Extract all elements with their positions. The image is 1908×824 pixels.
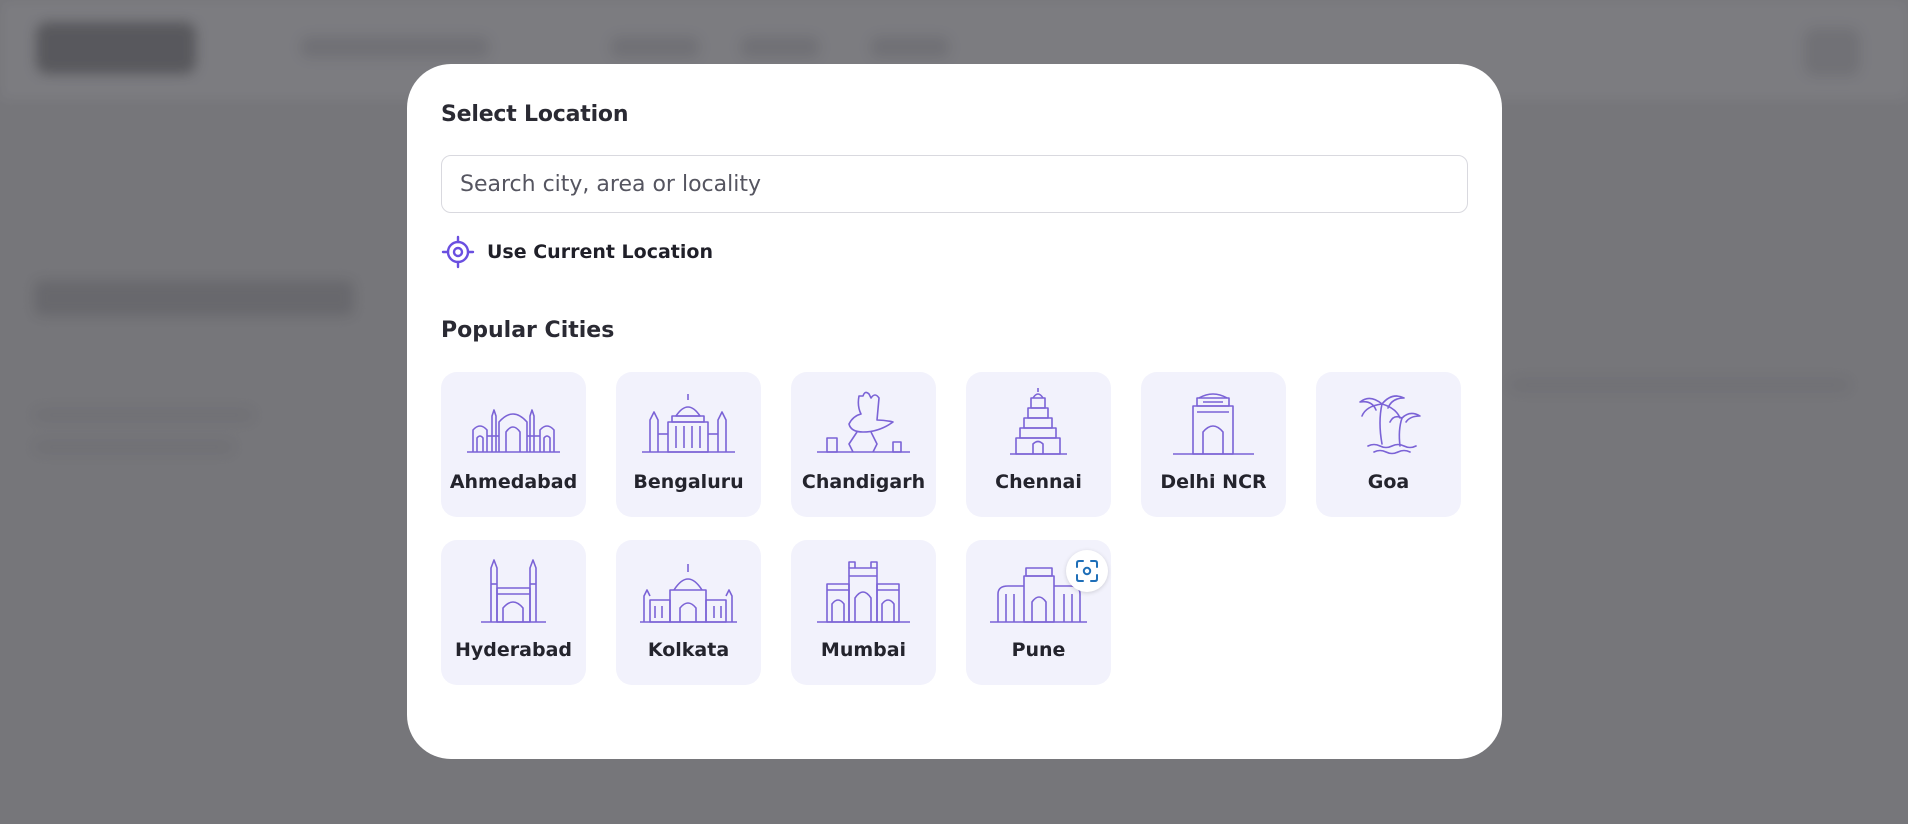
city-name: Chennai [995,471,1082,493]
search-input[interactable] [442,156,1467,212]
city-tile-kolkata[interactable]: Kolkata [616,540,761,685]
city-tile-chandigarh[interactable]: Chandigarh [791,372,936,517]
visual-search-button[interactable] [1066,550,1108,592]
crosshair-location-icon [441,235,475,269]
city-name: Delhi NCR [1160,471,1267,493]
ahmedabad-landmark-icon [467,409,560,453]
city-name: Bengaluru [633,471,744,493]
city-name: Mumbai [820,639,907,661]
city-tile-chennai[interactable]: Chennai [966,372,1111,517]
city-tile-mumbai[interactable]: Mumbai [791,540,936,685]
use-current-location-label: Use Current Location [487,241,713,263]
chennai-temple-icon [1010,388,1067,455]
gateway-of-india-icon [817,561,910,623]
modal-title: Select Location [441,102,629,127]
city-tile-pune[interactable]: Pune [966,540,1111,685]
popular-cities-title: Popular Cities [441,318,615,343]
city-tile-delhi-ncr[interactable]: Delhi NCR [1141,372,1286,517]
city-name: Chandigarh [801,471,926,493]
city-tile-ahmedabad[interactable]: Ahmedabad [441,372,586,517]
victoria-memorial-icon [640,564,737,623]
location-modal: Select Location Use Current Location Pop… [407,64,1502,759]
charminar-icon [481,559,546,623]
bengaluru-landmark-icon [642,394,735,453]
india-gate-icon [1173,393,1254,455]
city-name: Hyderabad [455,639,572,661]
scan-icon [1076,560,1098,582]
city-name: Kolkata [647,639,730,661]
city-tile-goa[interactable]: Goa [1316,372,1461,517]
city-name: Pune [1011,639,1066,661]
city-tile-bengaluru[interactable]: Bengaluru [616,372,761,517]
search-field[interactable] [441,155,1468,213]
chandigarh-landmark-icon [817,391,910,453]
city-name: Goa [1367,471,1410,493]
city-tile-hyderabad[interactable]: Hyderabad [441,540,586,685]
use-current-location-button[interactable]: Use Current Location [441,234,713,270]
palm-tree-icon [1359,395,1421,455]
city-name: Ahmedabad [449,471,578,493]
